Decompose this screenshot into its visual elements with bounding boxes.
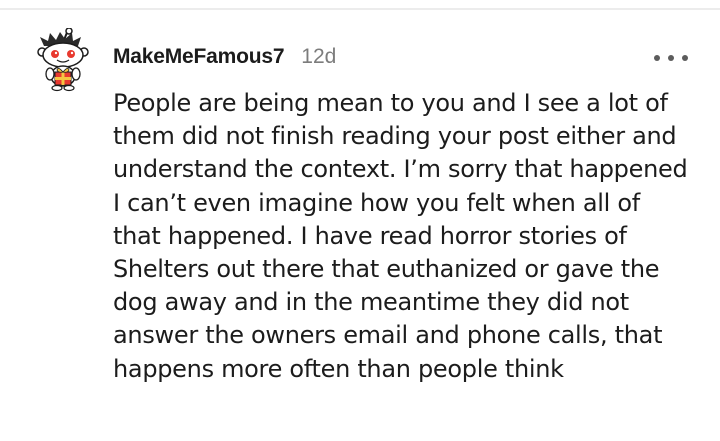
- more-options-icon-dot: [682, 55, 688, 61]
- comment-age: 12d: [301, 45, 337, 68]
- comment-header: MakeMeFamous7 12d: [113, 45, 336, 73]
- avatar[interactable]: [32, 27, 94, 92]
- comment-body: People are being mean to you and I see a…: [113, 89, 688, 383]
- more-options-icon-dot: [668, 55, 674, 61]
- snoo-avatar-icon: [37, 27, 89, 92]
- more-options-icon: [654, 55, 660, 61]
- comment: MakeMeFamous7 12d People are being mean …: [0, 0, 720, 441]
- more-options-button[interactable]: [654, 50, 688, 66]
- username[interactable]: MakeMeFamous7: [113, 45, 284, 69]
